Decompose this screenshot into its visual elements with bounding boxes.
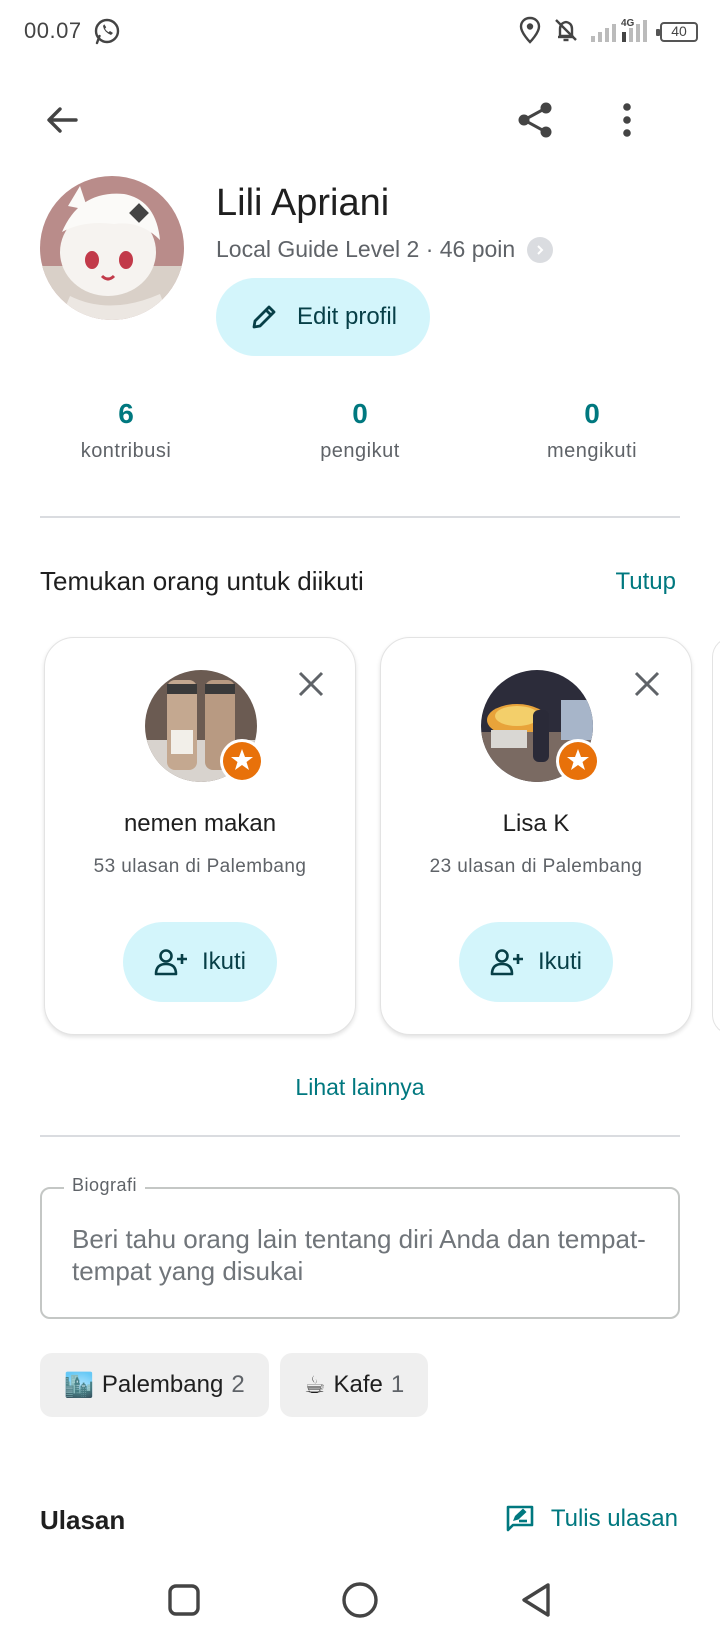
see-more-link[interactable]: Lihat lainnya <box>0 1074 720 1101</box>
chip-count: 2 <box>231 1371 245 1398</box>
profile-name: Lili Apriani <box>216 182 390 224</box>
city-icon: 🏙️ <box>64 1371 94 1399</box>
chip-count: 1 <box>390 1371 405 1398</box>
chevron-right-icon <box>527 236 554 263</box>
battery-icon: 40 <box>656 22 698 42</box>
divider <box>40 1135 680 1137</box>
stat-value: 6 <box>118 398 134 429</box>
divider <box>40 516 680 518</box>
close-suggestions-button[interactable]: Tutup <box>616 568 676 596</box>
follow-button[interactable]: Ikuti <box>123 922 277 1002</box>
recent-apps-button[interactable] <box>154 1570 214 1630</box>
whatsapp-icon <box>92 16 122 46</box>
coffee-icon: ☕ <box>304 1371 326 1399</box>
share-button[interactable] <box>507 92 563 148</box>
edit-profile-button[interactable]: Edit profil <box>216 278 430 356</box>
person-add-icon <box>154 949 187 976</box>
suggested-user-name: Lisa K <box>502 810 570 837</box>
chip-label: Palembang <box>101 1371 224 1398</box>
rate-review-icon <box>506 1505 534 1532</box>
local-guide-badge-icon <box>220 739 264 783</box>
stat-label: mengikuti <box>546 440 638 462</box>
follow-label: Ikuti <box>537 948 582 975</box>
stat-followers[interactable]: 0 pengikut <box>260 398 460 463</box>
location-icon <box>518 16 542 49</box>
suggested-user-reviews: 53 ulasan di Palembang <box>93 856 307 877</box>
dismiss-suggestion-button[interactable] <box>627 664 667 704</box>
stat-value: 0 <box>352 398 368 429</box>
reviews-title: Ulasan <box>40 1505 126 1535</box>
back-nav-button[interactable] <box>506 1570 566 1630</box>
write-review-label: Tulis ulasan <box>550 1505 678 1532</box>
close-icon <box>298 671 324 697</box>
square-icon <box>168 1584 200 1616</box>
status-time: 00.07 <box>24 18 82 43</box>
close-icon <box>634 671 660 697</box>
suggestion-card-peek[interactable] <box>712 637 720 1035</box>
chip-kafe[interactable]: ☕ Kafe 1 <box>280 1353 429 1417</box>
write-review-button[interactable]: Tulis ulasan <box>505 1504 678 1534</box>
bio-label: Biografi <box>64 1175 146 1196</box>
stat-label: kontribusi <box>80 440 172 462</box>
person-add-icon <box>490 949 523 976</box>
stat-following[interactable]: 0 mengikuti <box>492 398 692 463</box>
suggestions-title: Temukan orang untuk diikuti <box>40 566 364 596</box>
bio-field[interactable]: Biografi Beri tahu orang lain tentang di… <box>40 1175 680 1319</box>
system-nav-bar <box>0 1560 720 1640</box>
edit-pencil-icon <box>252 305 276 329</box>
more-options-button[interactable] <box>599 92 655 148</box>
more-vert-icon <box>623 103 631 137</box>
network-type: 4G <box>621 18 635 29</box>
chip-palembang[interactable]: 🏙️ Palembang 2 <box>40 1353 269 1417</box>
suggestion-card[interactable]: nemen makan 53 ulasan di Palembang Ikuti <box>44 637 356 1035</box>
suggested-user-name: nemen makan <box>123 810 277 837</box>
local-guide-level[interactable]: Local Guide Level 2 · 46 poin <box>216 236 554 263</box>
local-guide-level-text: Local Guide Level 2 · 46 poin <box>216 236 516 262</box>
dismiss-suggestion-button[interactable] <box>291 664 331 704</box>
profile-avatar[interactable] <box>40 176 184 320</box>
home-button[interactable] <box>330 1570 390 1630</box>
local-guide-badge-icon <box>556 739 600 783</box>
chip-label: Kafe <box>333 1371 383 1398</box>
stat-label: pengikut <box>320 440 400 462</box>
back-button[interactable] <box>34 92 90 148</box>
status-bar: 00.07 4G 40 <box>0 0 720 64</box>
app-bar <box>0 84 720 156</box>
bio-placeholder: Beri tahu orang lain tentang diri Anda d… <box>72 1224 646 1286</box>
follow-label: Ikuti <box>201 948 246 975</box>
follow-button[interactable]: Ikuti <box>459 922 613 1002</box>
signal-icon: 4G <box>590 16 650 49</box>
battery-level: 40 <box>671 23 687 39</box>
share-icon <box>518 102 552 138</box>
edit-profile-label: Edit profil <box>296 303 398 330</box>
notifications-off-icon <box>552 16 580 49</box>
suggestion-card[interactable]: Lisa K 23 ulasan di Palembang Ikuti <box>380 637 692 1035</box>
triangle-back-icon <box>522 1583 550 1617</box>
arrow-back-icon <box>47 107 78 133</box>
stat-value: 0 <box>584 398 600 429</box>
stat-contributions[interactable]: 6 kontribusi <box>26 398 226 463</box>
profile-stats: 6 kontribusi 0 pengikut 0 mengikuti <box>0 398 720 470</box>
circle-icon <box>342 1582 378 1618</box>
suggested-user-reviews: 23 ulasan di Palembang <box>429 856 643 877</box>
